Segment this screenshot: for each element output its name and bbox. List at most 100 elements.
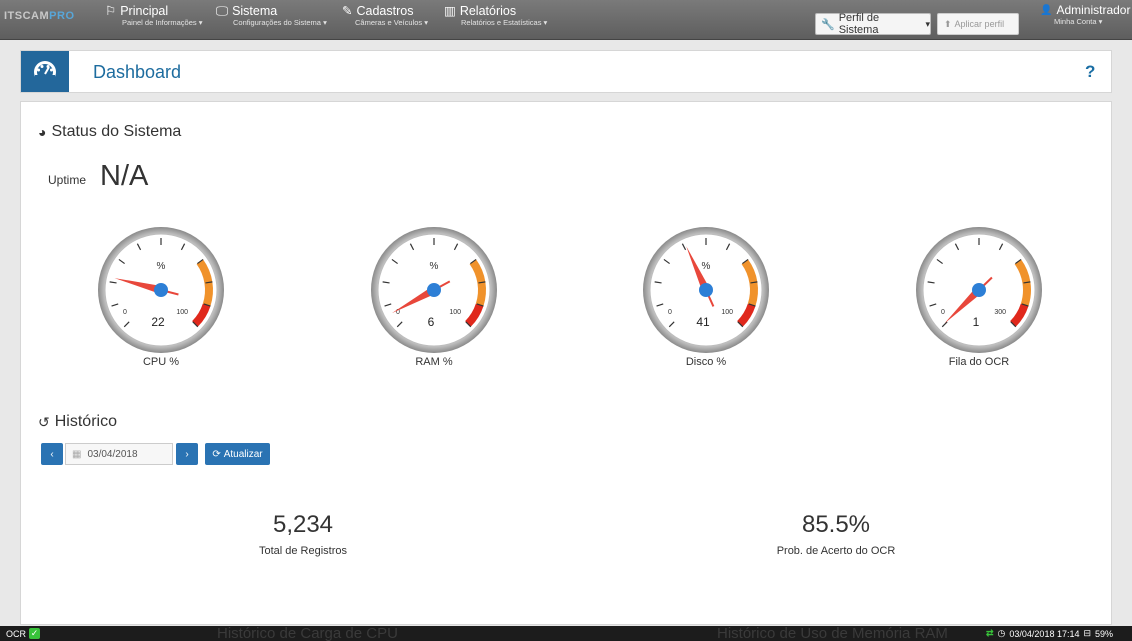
gauge-max-label: 300 [994,309,1006,316]
account-subtitle: Minha Conta [1054,17,1097,26]
status-datetime: 03/04/2018 17:14 [1009,628,1080,639]
gauge-max-label: 100 [449,309,461,316]
prev-date-button[interactable]: ‹ [41,443,63,465]
nav-principal-title: Principal [120,4,169,18]
nav-sistema-subtitle: Configurações do Sistema [233,18,321,27]
status-bar-right: ⇄ ◷ 03/04/2018 17:14 ⊟ 59% [986,628,1113,639]
gauge-hub [972,283,986,297]
nav-sistema-title: Sistema [232,4,278,18]
chevron-left-icon: ‹ [50,448,54,460]
ocr-status: OCR ✓ [6,628,40,639]
account-title: Administrador [1056,3,1131,17]
gauge-hub [699,283,713,297]
bar-chart-icon: ▥ [444,4,456,18]
calendar-icon: ▦ [72,448,82,460]
gauge-disk-label: Disco % [685,356,727,368]
brand-suffix: PRO [49,10,75,22]
nav-relatorios-title: Relatórios [459,4,517,18]
next-date-button[interactable]: › [176,443,198,465]
chevron-right-icon: › [185,448,189,460]
gauge-value-label: 1 [973,315,980,329]
gauge-hub [427,283,441,297]
gauge-ram: 0 100% 6 [369,225,499,355]
profile-select[interactable]: 🔧 Perfil de Sistema ▾ [815,12,931,36]
arrow-up-icon: ⬆ [944,18,952,29]
caret-down-icon: ▾ [925,18,930,29]
apply-profile-label: Aplicar perfil [954,19,1005,29]
brand-prefix: ITSCAM [4,10,50,22]
gauge-unit-label: % [157,261,166,272]
edit-icon: ✎ [342,4,353,18]
caret-down-icon: ▾ [1098,17,1103,26]
apply-profile-button[interactable]: ⬆ Aplicar perfil [937,13,1019,35]
gauge-max-label: 100 [176,309,188,316]
clock-icon: ◷ [997,628,1006,638]
nav-relatorios-subtitle: Relatórios e Estatísticas [461,18,542,27]
ocr-accuracy-label: Prob. de Acerto do OCR [776,545,896,557]
gauge-value-label: 6 [428,315,435,329]
flag-icon: ⚐ [105,4,117,18]
gauge-hub [154,283,168,297]
gauge-disk: 0 100% 41 [641,225,771,355]
status-title-text: Status do Sistema [51,123,182,140]
gauge-min-label: 0 [668,309,672,316]
user-icon: 👤 [1040,4,1053,16]
disk-usage: 59% [1095,628,1114,639]
nav-cadastros[interactable]: ✎ Cadastros Câmeras e Veículos ▾ [342,4,428,28]
nav-principal-subtitle: Painel de Informações [122,18,197,27]
nav-cadastros-title: Cadastros [356,4,414,18]
caret-down-icon: ▾ [198,18,203,27]
status-section-title: ◕ Status do Sistema [38,123,181,141]
page-title: Dashboard [93,62,182,82]
gauge-min-label: 0 [941,309,945,316]
wrench-icon: 🔧 [821,18,835,31]
caret-down-icon: ▾ [323,18,327,27]
check-icon: ✓ [29,628,40,639]
gauge-cpu-label: CPU % [142,356,180,368]
dashboard-icon: ◕ [38,124,47,140]
dashboard-header: Dashboard ? [20,50,1112,93]
monitor-icon: 🖵 [216,4,229,18]
gauge-value-label: 22 [151,315,165,329]
date-input-value: 03/04/2018 [87,448,138,460]
gauge-max-label: 100 [721,309,733,316]
top-navbar: ITSCAMPRO ⚐ Principal Painel de Informaçõ… [0,0,1132,40]
profile-select-label: Perfil de Sistema [838,12,880,36]
refresh-button-label: Atualizar [223,448,263,460]
gauge-ocr-queue-label: Fila do OCR [948,356,1010,368]
network-icon: ⇄ [986,628,994,638]
dashboard-icon-box [21,51,69,92]
caret-down-icon: ▾ [543,18,548,27]
ocr-status-label: OCR [6,628,26,639]
gauge-unit-label: % [430,261,439,272]
total-registros-value: 5,234 [272,511,334,538]
hard-drive-icon: ⊟ [1083,628,1092,638]
gauge-min-label: 0 [123,309,127,316]
uptime-value: N/A [100,160,149,192]
account-menu[interactable]: 👤 Administrador Minha Conta ▾ [1040,3,1130,26]
gauge-value-label: 41 [696,315,710,329]
date-input[interactable]: ▦ 03/04/2018 [65,443,173,465]
caret-down-icon: ▾ [424,18,428,27]
help-icon[interactable]: ? [1085,62,1095,82]
history-title-text: Histórico [54,413,117,430]
dashboard-panel: ◕ Status do Sistema Uptime N/A 0 100% 22 C… [20,101,1112,625]
gauge-ocr-queue: 0 300 1 [914,225,1044,355]
nav-cadastros-subtitle: Câmeras e Veículos [355,18,423,27]
history-section-title: ↺ Histórico [38,413,117,431]
nav-principal[interactable]: ⚐ Principal Painel de Informações ▾ [105,4,203,28]
cpu-history-chart-title: Histórico de Carga de CPU [217,625,398,641]
gauge-ram-label: RAM % [415,356,453,368]
brand-logo[interactable]: ITSCAMPRO [4,10,75,22]
nav-relatorios[interactable]: ▥ Relatórios Relatórios e Estatísticas ▾ [444,4,547,28]
refresh-icon: ⟳ [212,448,221,460]
ram-history-chart-title: Histórico de Uso de Memória RAM [717,625,948,641]
refresh-button[interactable]: ⟳ Atualizar [205,443,270,465]
uptime-label: Uptime [48,173,87,187]
total-registros-label: Total de Registros [258,545,348,557]
status-bar: OCR ✓ Histórico de Carga de CPU Históric… [0,625,1132,641]
gauge-cpu: 0 100% 22 [96,225,226,355]
history-icon: ↺ [38,413,50,430]
nav-sistema[interactable]: 🖵 Sistema Configurações do Sistema ▾ [216,4,327,28]
ocr-accuracy-value: 85.5% [801,511,871,538]
